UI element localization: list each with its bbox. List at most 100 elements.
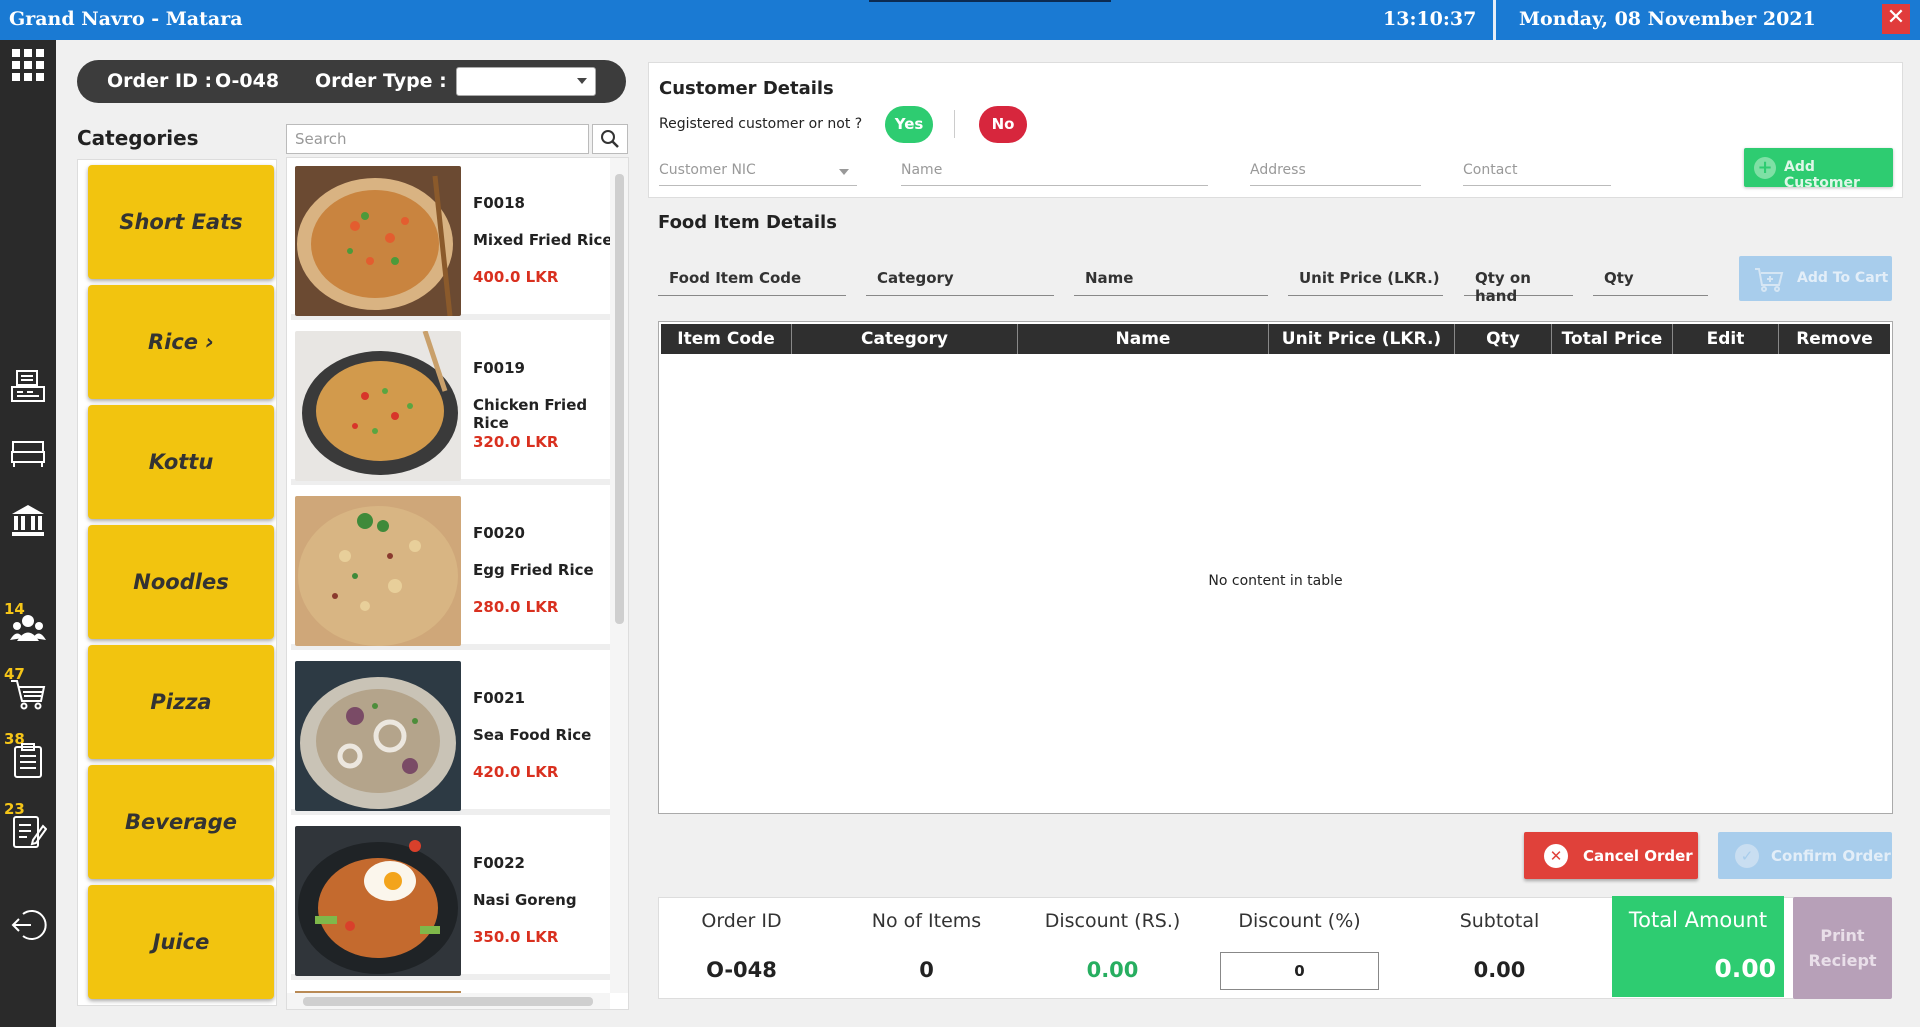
sidebar: 14 47 38 23 (0, 40, 56, 1027)
food-card[interactable]: F0018 Mixed Fried Rice 400.0 LKR (291, 162, 613, 320)
unit-price-field[interactable]: Unit Price (LKR.) (1288, 266, 1443, 296)
shopping-cart-icon[interactable] (9, 675, 47, 713)
registered-yes-button[interactable]: Yes (885, 106, 933, 143)
add-to-cart-label: Add To Cart (1797, 270, 1889, 286)
customer-nic-field[interactable]: Customer NIC (659, 158, 857, 186)
chevron-down-icon (839, 169, 849, 175)
scrollbar-thumb[interactable] (615, 174, 624, 624)
summary-order-id-value: O-048 (706, 958, 777, 982)
column-remove[interactable]: Remove (1779, 324, 1890, 354)
customer-details-panel: Customer Details Registered customer or … (648, 62, 1903, 198)
food-name-field[interactable]: Name (1074, 266, 1268, 296)
cancel-order-label: Cancel Order (1583, 847, 1693, 865)
food-name: Chicken Fried Rice (473, 396, 588, 432)
column-qty[interactable]: Qty (1455, 324, 1552, 354)
registered-no-button[interactable]: No (979, 106, 1027, 143)
column-category[interactable]: Category (792, 324, 1018, 354)
category-juice[interactable]: Juice (88, 885, 274, 999)
summary-subtotal-value: 0.00 (1473, 958, 1526, 982)
food-name: Sea Food Rice (473, 726, 592, 744)
apps-grid-icon[interactable] (9, 46, 47, 84)
add-to-cart-button[interactable]: Add To Cart (1739, 256, 1892, 301)
food-price: 350.0 LKR (473, 928, 559, 946)
qty-on-hand-field[interactable]: Qty on hand (1464, 266, 1573, 305)
customers-icon[interactable] (9, 608, 47, 646)
bank-icon[interactable] (9, 502, 47, 540)
confirm-order-button[interactable]: ✓ Confirm Order (1718, 832, 1892, 879)
food-code: F0022 (473, 854, 525, 872)
cash-register-icon[interactable] (9, 368, 47, 406)
summary-items-label: No of Items (871, 910, 982, 932)
qty-field[interactable]: Qty (1593, 266, 1708, 296)
confirm-order-label: Confirm Order (1771, 847, 1891, 865)
customer-contact-field[interactable]: Contact (1463, 158, 1611, 186)
cart-icon (1755, 268, 1784, 292)
category-pizza[interactable]: Pizza (88, 645, 274, 759)
food-card[interactable]: F0022 Nasi Goreng 350.0 LKR (291, 822, 613, 980)
total-amount-box: Total Amount 0.00 (1612, 896, 1784, 997)
chicken-fried-rice-image (295, 331, 461, 481)
summary-discount-rs-value: 0.00 (1086, 958, 1139, 982)
summary-order-id-label: Order ID (701, 910, 782, 932)
column-name[interactable]: Name (1018, 324, 1269, 354)
order-header: Order ID : O-048 Order Type : (77, 60, 626, 103)
app-title: Grand Navro - Matara (9, 8, 243, 30)
food-code: F0019 (473, 359, 525, 377)
order-items-table: Item Code Category Name Unit Price (LKR.… (658, 321, 1893, 814)
mixed-fried-rice-image (295, 166, 461, 316)
column-item-code[interactable]: Item Code (661, 324, 792, 354)
food-price: 420.0 LKR (473, 763, 559, 781)
food-name: Egg Fried Rice (473, 561, 594, 579)
categories-title: Categories (77, 126, 199, 150)
nasi-goreng-image (295, 826, 461, 976)
scrollbar-thumb[interactable] (303, 997, 593, 1006)
discount-percent-input[interactable]: 0 (1220, 952, 1379, 990)
order-type-label: Order Type : (315, 70, 447, 92)
food-name: Mixed Fried Rice (473, 231, 613, 249)
logout-icon[interactable] (9, 906, 47, 944)
food-code: F0020 (473, 524, 525, 542)
food-item-code-field[interactable]: Food Item Code (658, 266, 846, 296)
table-empty-message: No content in table (1208, 573, 1343, 589)
column-unit-price[interactable]: Unit Price (LKR.) (1269, 324, 1455, 354)
order-type-select[interactable] (456, 67, 596, 96)
total-amount-value: 0.00 (1714, 954, 1776, 983)
add-customer-label: Add Customer (1784, 159, 1860, 191)
order-summary: Order ID O-048 No of Items 0 Discount (R… (658, 896, 1805, 999)
food-card[interactable]: F0021 Sea Food Rice 420.0 LKR (291, 657, 613, 815)
category-noodles[interactable]: Noodles (88, 525, 274, 639)
food-price: 400.0 LKR (473, 268, 559, 286)
summary-discount-pct-label: Discount (%) (1238, 910, 1361, 932)
column-total-price[interactable]: Total Price (1552, 324, 1673, 354)
search-button[interactable] (592, 124, 628, 154)
total-amount-label: Total Amount (1628, 908, 1768, 932)
cancel-order-button[interactable]: ✕ Cancel Order (1524, 832, 1698, 879)
customer-name-field[interactable]: Name (901, 158, 1208, 186)
category-short-eats[interactable]: Short Eats (88, 165, 274, 279)
food-list-vertical-scrollbar[interactable] (610, 158, 628, 993)
category-beverage[interactable]: Beverage (88, 765, 274, 879)
column-edit[interactable]: Edit (1673, 324, 1779, 354)
bed-icon[interactable] (9, 434, 47, 472)
food-card[interactable]: F0019 Chicken Fried Rice 320.0 LKR (291, 327, 613, 485)
food-category-field[interactable]: Category (866, 266, 1054, 296)
food-list-horizontal-scrollbar[interactable] (287, 993, 610, 1009)
customer-address-field[interactable]: Address (1250, 158, 1421, 186)
category-kottu[interactable]: Kottu (88, 405, 274, 519)
summary-discount-rs-label: Discount (RS.) (1044, 910, 1181, 932)
table-header: Item Code Category Name Unit Price (LKR.… (661, 324, 1890, 354)
title-bar: Grand Navro - Matara 13:10:37 Monday, 08… (0, 0, 1920, 40)
edit-list-icon[interactable] (9, 812, 47, 850)
category-rice[interactable]: Rice › (88, 285, 274, 399)
search-input[interactable]: Search (286, 124, 589, 154)
close-circle-icon: ✕ (1544, 844, 1568, 868)
print-receipt-button[interactable]: Print Reciept (1793, 897, 1892, 999)
close-icon[interactable]: ✕ (1882, 4, 1910, 34)
clipboard-list-icon[interactable] (9, 742, 47, 780)
customer-details-title: Customer Details (659, 78, 834, 99)
food-price: 280.0 LKR (473, 598, 559, 616)
food-code: F0018 (473, 194, 525, 212)
food-card[interactable]: F0020 Egg Fried Rice 280.0 LKR (291, 492, 613, 650)
customer-nic-placeholder: Customer NIC (659, 162, 756, 178)
add-customer-button[interactable]: + Add Customer (1744, 148, 1893, 191)
